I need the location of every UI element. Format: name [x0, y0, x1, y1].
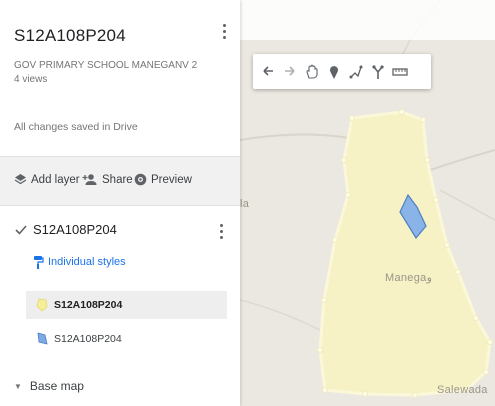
map-toolbar	[253, 54, 431, 89]
preview-eye-icon	[134, 173, 147, 186]
add-layer-label: Add layer	[31, 173, 80, 186]
preview-label: Preview	[151, 173, 192, 186]
draw-line-icon	[349, 65, 363, 78]
hand-pan-icon	[306, 63, 318, 79]
individual-styles-label: Individual styles	[48, 256, 126, 268]
redo-icon	[285, 65, 295, 76]
polygon-blue-icon	[37, 332, 48, 345]
map-label-salewada: Salewada	[437, 384, 488, 396]
paint-roller-icon	[34, 256, 44, 269]
layer-header[interactable]: S12A108P204	[14, 222, 117, 237]
individual-styles-button[interactable]: Individual styles	[33, 255, 126, 269]
layer-name[interactable]: S12A108P204	[33, 222, 117, 237]
map-header-strip	[240, 0, 495, 40]
add-layer-button[interactable]: Add layer	[14, 173, 80, 186]
add-person-icon	[82, 174, 97, 185]
expand-arrow-icon: ▼	[14, 381, 22, 391]
undo-button[interactable]	[257, 57, 279, 87]
add-marker-icon	[330, 65, 338, 79]
map-description[interactable]: GOV PRIMARY SCHOOL MANEGANV 2 4 views	[14, 59, 197, 87]
save-status: All changes saved in Drive	[14, 121, 138, 133]
undo-icon	[263, 65, 273, 76]
layer-visibility-checkbox[interactable]	[14, 223, 28, 237]
directions-icon	[372, 64, 384, 79]
layers-icon	[14, 174, 27, 185]
feature-name: S12A108P204	[54, 299, 123, 311]
directions-button[interactable]	[367, 57, 389, 87]
preview-button[interactable]: Preview	[134, 173, 192, 186]
redo-button[interactable]	[279, 57, 301, 87]
base-map-toggle[interactable]: ▼ Base map	[14, 379, 84, 393]
share-button[interactable]: Share	[82, 173, 133, 186]
map-title[interactable]: S12A108P204	[14, 26, 126, 46]
polygon-yellow-icon	[36, 298, 48, 312]
pan-button[interactable]	[301, 57, 323, 87]
share-label: Share	[102, 173, 133, 186]
base-map-label: Base map	[29, 379, 84, 393]
feature-item-village[interactable]: S12A108P204	[26, 291, 227, 319]
add-marker-button[interactable]	[323, 57, 345, 87]
measure-ruler-icon	[392, 67, 408, 76]
draw-line-button[interactable]	[345, 57, 367, 87]
map-options-menu-icon[interactable]	[221, 24, 227, 44]
feature-name: S12A108P204	[54, 333, 122, 345]
feature-item-school[interactable]: S12A108P204	[26, 325, 227, 353]
measure-button[interactable]	[389, 57, 411, 87]
map-view-count: 4 views	[14, 74, 48, 85]
map-sidebar-panel: S12A108P204 GOV PRIMARY SCHOOL MANEGANV …	[0, 0, 240, 406]
layer-options-menu-icon[interactable]	[218, 224, 224, 244]
village-boundary-polygon[interactable]	[318, 110, 492, 397]
map-subtitle: GOV PRIMARY SCHOOL MANEGANV 2	[14, 60, 198, 71]
map-label-manegaon: Manegaو	[385, 272, 432, 284]
panel-actions-bar: Add layer Share Preview	[0, 156, 240, 206]
map-label-edge: la	[240, 198, 250, 210]
